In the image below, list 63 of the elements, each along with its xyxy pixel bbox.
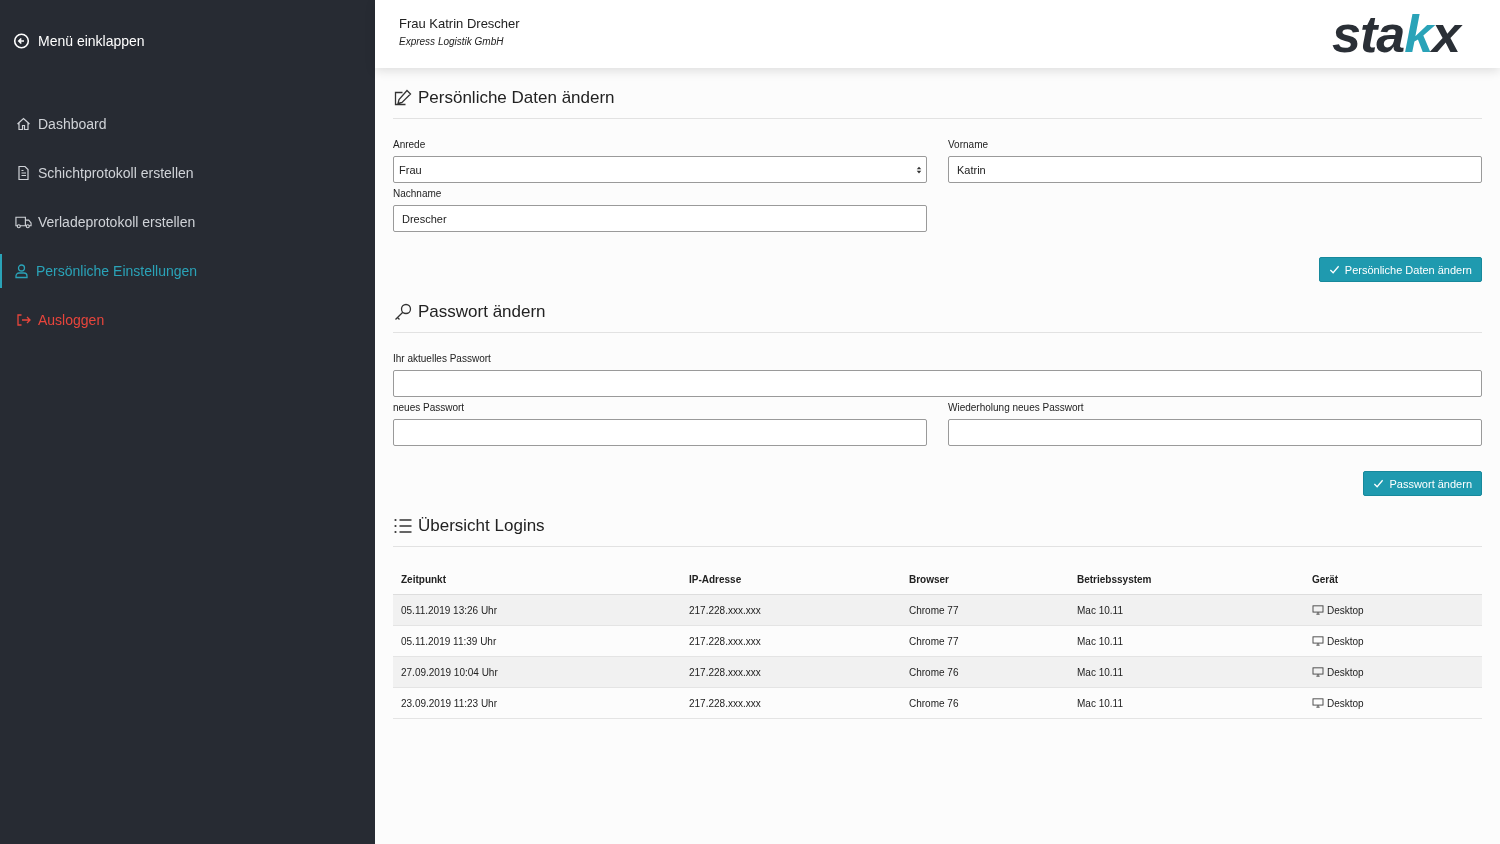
key-icon [393,302,413,322]
sidebar-item[interactable]: Dashboard [0,107,375,141]
column-header: Betriebssystem [1069,565,1304,595]
table-cell: 27.09.2019 10:04 Uhr [393,656,681,688]
edit-icon [393,88,413,108]
table-cell: Chrome 77 [901,625,1069,657]
logout-icon [15,312,32,328]
field-label: Anrede [393,139,427,150]
column-header: Browser [901,565,1069,595]
user-name: Frau Katrin Drescher [399,15,520,31]
column-header: Zeitpunkt [393,565,681,595]
table-cell: Mac 10.11 [1069,687,1304,719]
input-field[interactable] [393,370,1482,397]
monitor-icon [1312,697,1324,708]
input-field[interactable]: Drescher [393,205,927,232]
field-label: Vorname [948,139,990,150]
table-cell: 23.09.2019 11:23 Uhr [393,687,681,719]
table-cell: Mac 10.11 [1069,656,1304,688]
check-icon [1328,264,1340,275]
input-field[interactable] [948,419,1482,446]
table-cell: Chrome 76 [901,656,1069,688]
truck-icon [15,214,32,230]
column-header: IP-Adresse [681,565,901,595]
company-name: Express Logistik GmbH [399,35,505,47]
user-icon [13,263,30,279]
table-cell: Chrome 77 [901,594,1069,626]
monitor-icon [1312,635,1324,646]
table-cell: Chrome 76 [901,687,1069,719]
list-icon [393,516,413,536]
table-cell: Mac 10.11 [1069,594,1304,626]
table-cell: Desktop [1304,594,1482,626]
sidebar-item[interactable]: Verladeprotokoll erstellen [0,205,375,239]
table-cell: Desktop [1304,625,1482,657]
table-cell: Desktop [1304,656,1482,688]
table-cell: Desktop [1304,687,1482,719]
table-cell: 05.11.2019 11:39 Uhr [393,625,681,657]
table-cell: Mac 10.11 [1069,625,1304,657]
field-label: Ihr aktuelles Passwort [393,353,492,364]
column-header: Gerät [1304,565,1482,595]
check-icon [1373,478,1385,489]
monitor-icon [1312,666,1324,677]
table-cell: 217.228.xxx.xxx [681,656,901,688]
table-cell: 217.228.xxx.xxx [681,687,901,719]
collapse-menu-link[interactable]: Menü einklappen [0,0,375,52]
updown-caret-icon [916,164,922,175]
section-title: Passwort ändern [418,302,546,322]
field-label: Wiederholung neues Passwort [948,402,1085,413]
field-label: Nachname [393,188,443,199]
arrow-left-circle-icon [13,32,30,49]
input-field[interactable] [393,419,927,446]
sidebar-item[interactable]: Ausloggen [0,303,375,337]
table-cell: 05.11.2019 13:26 Uhr [393,594,681,626]
document-icon [15,165,32,181]
section-title: Persönliche Daten ändern [418,88,615,108]
sidebar-item[interactable]: Schichtprotokoll erstellen [0,156,375,190]
select-field[interactable]: Frau [393,156,927,183]
monitor-icon [1312,604,1324,615]
input-field[interactable]: Katrin [948,156,1482,183]
house-icon [15,116,32,132]
table-cell: 217.228.xxx.xxx [681,625,901,657]
section-title: Übersicht Logins [418,516,545,536]
table-cell: 217.228.xxx.xxx [681,594,901,626]
field-label: neues Passwort [393,402,466,413]
